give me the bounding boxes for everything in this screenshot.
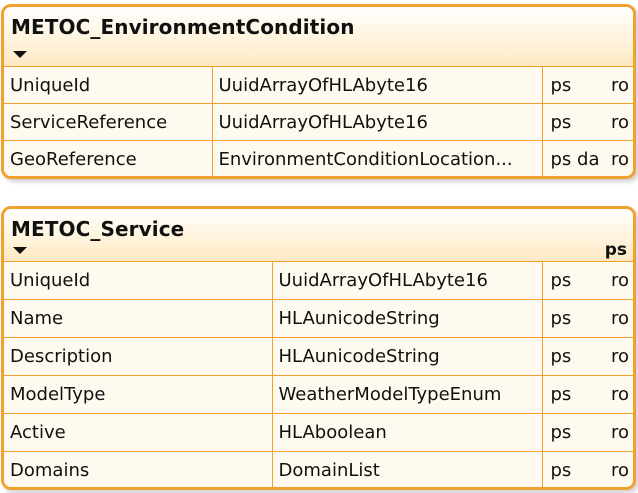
attribute-name: Name — [4, 299, 273, 338]
class-title: METOC_Service — [11, 217, 185, 241]
attribute-flags: ps — [550, 74, 572, 96]
attribute-type: EnvironmentConditionLocation... — [211, 140, 543, 176]
attribute-flags-cell: ps da ro — [541, 140, 633, 176]
attribute-row[interactable]: ServiceReference UuidArrayOfHLAbyte16 ps… — [4, 103, 633, 141]
attribute-flags: ps — [550, 270, 572, 291]
attribute-flags-cell: ps ro — [541, 103, 633, 141]
attribute-name: Domains — [4, 451, 273, 487]
attribute-name: UniqueId — [4, 67, 213, 104]
attribute-flags: ps — [550, 111, 572, 133]
attribute-flags-cell: ps ro — [541, 337, 633, 376]
attribute-name: ModelType — [4, 375, 273, 414]
attribute-type: UuidArrayOfHLAbyte16 — [271, 262, 543, 300]
attribute-table: UniqueId UuidArrayOfHLAbyte16 ps ro Name… — [4, 262, 633, 487]
attribute-access: ro — [610, 422, 629, 443]
attribute-access: ro — [610, 346, 629, 367]
class-header: METOC_EnvironmentCondition — [4, 7, 633, 67]
attribute-flags-cell: ps ro — [541, 451, 633, 487]
attribute-name: GeoReference — [4, 140, 213, 176]
attribute-access: ro — [610, 308, 629, 329]
attribute-flags: ps — [550, 308, 572, 329]
attribute-type: HLAunicodeString — [271, 299, 543, 338]
attribute-row[interactable]: Domains DomainList ps ro — [4, 451, 633, 487]
attribute-type: DomainList — [271, 451, 543, 487]
class-header-tag: ps — [604, 240, 627, 260]
attribute-row[interactable]: ModelType WeatherModelTypeEnum ps ro — [4, 375, 633, 414]
attribute-type: HLAunicodeString — [271, 337, 543, 376]
triangle-down-icon[interactable] — [13, 51, 27, 58]
attribute-type: WeatherModelTypeEnum — [271, 375, 543, 414]
attribute-row[interactable]: Active HLAboolean ps ro — [4, 413, 633, 452]
attribute-access: ro — [610, 460, 629, 481]
attribute-type: UuidArrayOfHLAbyte16 — [211, 67, 543, 104]
attribute-access: ro — [610, 148, 629, 170]
attribute-access: ro — [610, 270, 629, 291]
class-title: METOC_EnvironmentCondition — [11, 15, 355, 39]
attribute-access: ro — [610, 111, 629, 133]
attribute-row[interactable]: Name HLAunicodeString ps ro — [4, 299, 633, 338]
attribute-type: HLAboolean — [271, 413, 543, 452]
attribute-flags-cell: ps ro — [541, 299, 633, 338]
attribute-name: Description — [4, 337, 273, 376]
attribute-row[interactable]: GeoReference EnvironmentConditionLocatio… — [4, 140, 633, 176]
attribute-flags-cell: ps ro — [541, 67, 633, 104]
attribute-name: ServiceReference — [4, 103, 213, 141]
attribute-name: Active — [4, 413, 273, 452]
attribute-flags: ps — [550, 384, 572, 405]
triangle-down-icon[interactable] — [13, 247, 27, 254]
attribute-row[interactable]: Description HLAunicodeString ps ro — [4, 337, 633, 376]
attribute-access: ro — [610, 384, 629, 405]
attribute-flags-cell: ps ro — [541, 375, 633, 414]
attribute-flags: ps — [550, 422, 572, 443]
class-header: METOC_Service ps — [4, 209, 633, 262]
class-box-environment-condition[interactable]: METOC_EnvironmentCondition UniqueId Uuid… — [1, 4, 636, 179]
attribute-name: UniqueId — [4, 262, 273, 300]
class-box-service[interactable]: METOC_Service ps UniqueId UuidArrayOfHLA… — [1, 206, 636, 490]
attribute-row[interactable]: UniqueId UuidArrayOfHLAbyte16 ps ro — [4, 67, 633, 104]
attribute-flags: ps — [550, 346, 572, 367]
attribute-row[interactable]: UniqueId UuidArrayOfHLAbyte16 ps ro — [4, 262, 633, 300]
attribute-type: UuidArrayOfHLAbyte16 — [211, 103, 543, 141]
attribute-flags-cell: ps ro — [541, 262, 633, 300]
attribute-flags: ps — [550, 460, 572, 481]
attribute-access: ro — [610, 74, 629, 96]
attribute-table: UniqueId UuidArrayOfHLAbyte16 ps ro Serv… — [4, 67, 633, 176]
attribute-flags: ps da — [550, 148, 600, 170]
attribute-flags-cell: ps ro — [541, 413, 633, 452]
